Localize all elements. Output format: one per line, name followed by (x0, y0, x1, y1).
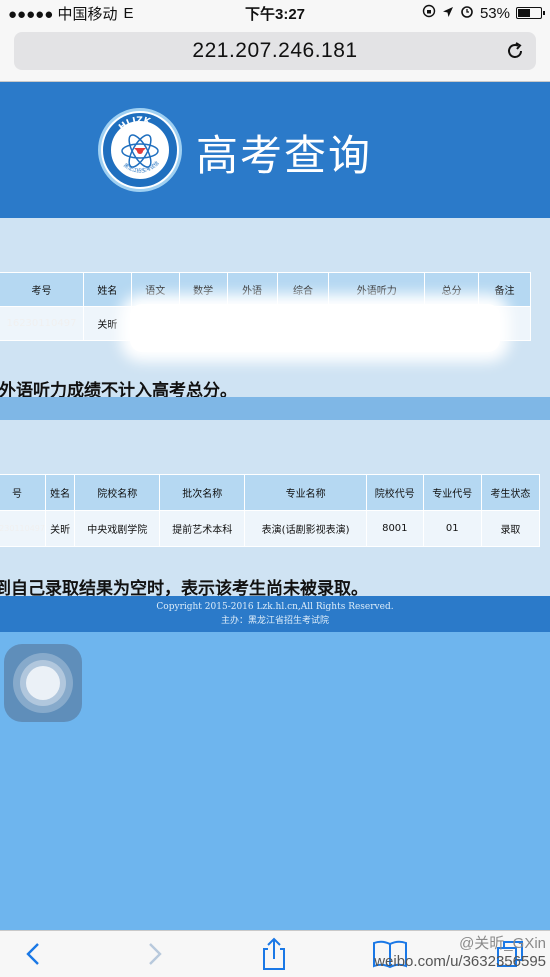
admission-table: 号 姓名 院校名称 批次名称 专业名称 院校代号 专业代号 考生状态 16230… (0, 474, 541, 547)
browser-chrome: 221.207.246.181 (0, 26, 550, 82)
location-icon (442, 5, 454, 22)
sponsor-text: 主办：黑龙江省招生考试院 (220, 616, 329, 626)
table-header-cell: 语文 (130, 272, 180, 307)
share-icon[interactable] (254, 935, 294, 973)
url-text: 221.207.246.181 (192, 39, 358, 62)
table-cell: 关昕 (82, 306, 132, 341)
weibo-watermark: @关昕_GXin weibo.com/u/3632356595 (374, 935, 546, 971)
table-cell: 01 (422, 510, 482, 547)
battery-icon (516, 7, 545, 19)
table-header-cell: 专业代号 (422, 474, 482, 511)
network-label: E (123, 4, 134, 22)
alarm-icon (460, 4, 474, 22)
table-header-cell: 备注 (478, 272, 531, 307)
section-divider (0, 397, 550, 420)
table-header-cell: 考号 (0, 272, 84, 307)
table-row: 16230110497 关昕 中央戏剧学院 提前艺术本科 表演(话剧影视表演) … (0, 510, 541, 547)
forward-icon[interactable] (134, 935, 174, 973)
table-cell: 16230110497 (0, 306, 84, 341)
table-header-cell: 总分 (424, 272, 480, 307)
table-cell: 8001 (365, 510, 424, 547)
site-header: HLJZK 黑龙江招生考试信息港 高考查询 (0, 82, 550, 218)
scores-header-row: 考号 姓名 语文 数学 外语 综合 外语听力 总分 备注 (0, 272, 531, 307)
site-footer: Copyright 2015-2016 Lzk.hl.cn,All Rights… (0, 596, 550, 632)
redaction-blur (130, 304, 500, 352)
table-header-cell: 院校名称 (74, 474, 161, 511)
battery-percent: 53% (479, 4, 510, 22)
table-header-cell: 外语听力 (328, 272, 426, 307)
hljzk-logo: HLJZK 黑龙江招生考试信息港 (98, 108, 182, 192)
table-cell: 提前艺术本科 (159, 510, 246, 547)
table-header-cell: 号 (0, 474, 46, 511)
table-cell: 16230110497 (0, 510, 46, 547)
table-cell: 录取 (480, 510, 541, 547)
table-cell: 关昕 (44, 510, 76, 547)
table-header-cell: 院校代号 (365, 474, 424, 511)
page-background (0, 632, 550, 930)
assistive-ring-inner (26, 666, 60, 700)
watermark-handle: @关昕_GXin (459, 935, 546, 952)
table-header-cell: 综合 (276, 272, 330, 307)
status-bar: ●●●●● 中国移动 E 下午3:27 53% (0, 0, 550, 26)
assistive-touch-button[interactable] (4, 644, 82, 722)
clock: 下午3:27 (244, 5, 306, 23)
carrier-label: ●●●●● 中国移动 (8, 5, 118, 23)
table-header-cell: 外语 (226, 272, 278, 307)
reload-icon[interactable] (504, 40, 526, 62)
page-title: 高考查询 (196, 131, 373, 180)
table-cell: 中央戏剧学院 (74, 510, 161, 547)
table-header-cell: 专业名称 (244, 474, 367, 511)
copyright-text: Copyright 2015-2016 Lzk.hl.cn,All Rights… (156, 602, 394, 612)
table-header-cell: 姓名 (44, 474, 76, 511)
lock-rotation-icon (422, 4, 436, 22)
table-header-cell: 数学 (178, 272, 228, 307)
admission-header-row: 号 姓名 院校名称 批次名称 专业名称 院校代号 专业代号 考生状态 (0, 474, 541, 511)
table-header-cell: 批次名称 (159, 474, 246, 511)
table-header-cell: 姓名 (82, 272, 132, 307)
table-cell: 表演(话剧影视表演) (244, 510, 367, 547)
back-icon[interactable] (14, 935, 54, 973)
table-header-cell: 考生状态 (480, 474, 541, 511)
watermark-url: weibo.com/u/3632356595 (374, 953, 546, 970)
url-bar[interactable]: 221.207.246.181 (14, 32, 536, 70)
